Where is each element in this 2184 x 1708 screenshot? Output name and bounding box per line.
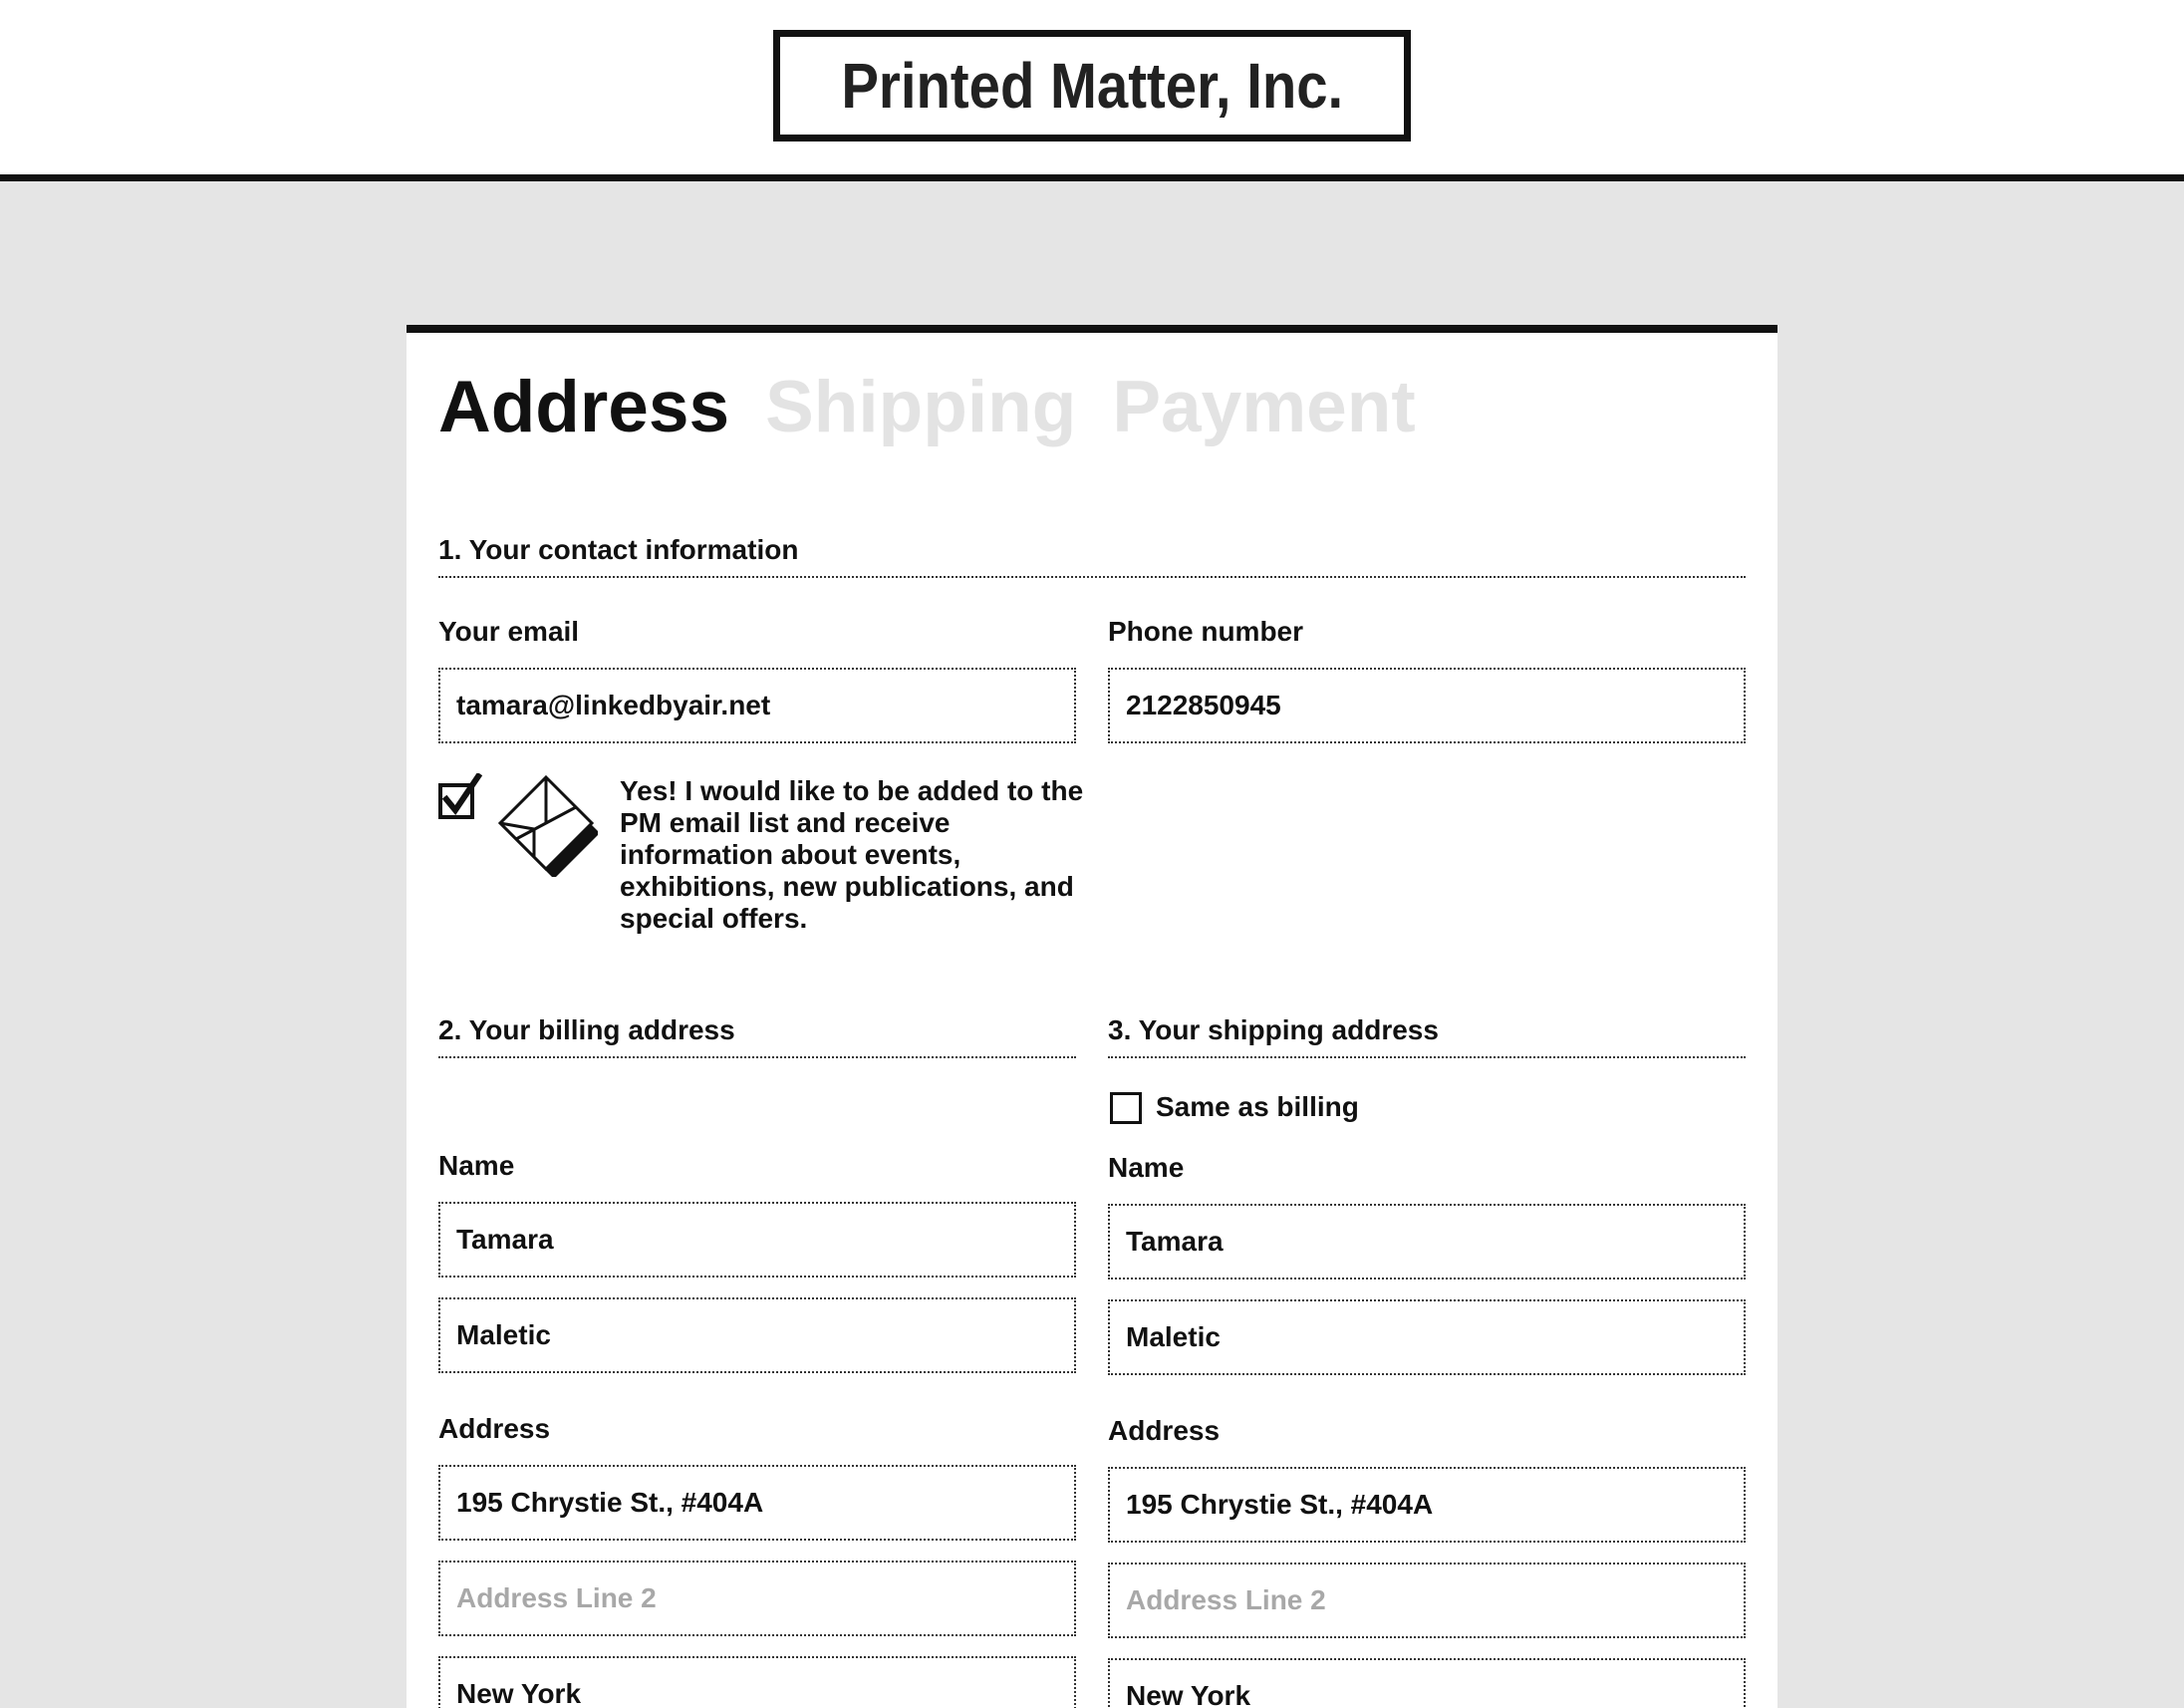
phone-label: Phone number (1108, 616, 1304, 647)
checkout-card: Address Shipping Payment 1. Your contact… (407, 325, 1777, 1708)
newsletter-checkbox[interactable] (438, 773, 484, 819)
billing-last-name-input[interactable] (438, 1297, 1076, 1373)
same-as-billing-label[interactable]: Same as billing (1156, 1090, 1359, 1124)
shipping-section-title: 3. Your shipping address (1108, 1014, 1746, 1058)
step-shipping[interactable]: Shipping (765, 371, 1076, 443)
contact-section-title: 1. Your contact information (438, 534, 1746, 578)
shipping-address-line1-input[interactable] (1108, 1467, 1746, 1543)
same-as-billing-checkbox[interactable] (1110, 1092, 1142, 1124)
shipping-address-label: Address (1108, 1415, 1221, 1446)
phone-input[interactable] (1108, 668, 1746, 743)
billing-first-name-input[interactable] (438, 1202, 1076, 1278)
billing-address-label: Address (438, 1413, 551, 1444)
billing-section-title: 2. Your billing address (438, 1014, 1076, 1058)
billing-name-label: Name (438, 1150, 515, 1181)
shipping-first-name-input[interactable] (1108, 1204, 1746, 1280)
billing-address-line1-input[interactable] (438, 1465, 1076, 1541)
step-payment[interactable]: Payment (1112, 371, 1415, 443)
shipping-city-input[interactable] (1108, 1658, 1746, 1708)
checkout-steps: Address Shipping Payment (438, 371, 1416, 443)
billing-city-input[interactable] (438, 1656, 1076, 1708)
shipping-name-label: Name (1108, 1152, 1185, 1183)
site-header: Printed Matter, Inc. (0, 0, 2184, 181)
envelope-icon (497, 774, 598, 877)
logo-text: Printed Matter, Inc. (841, 50, 1343, 122)
shipping-address-line2-input[interactable] (1108, 1563, 1746, 1638)
logo[interactable]: Printed Matter, Inc. (773, 30, 1411, 142)
newsletter-text: Yes! I would like to be added to the PM … (620, 775, 1084, 934)
email-input[interactable] (438, 668, 1076, 743)
shipping-last-name-input[interactable] (1108, 1299, 1746, 1375)
step-address[interactable]: Address (438, 371, 729, 443)
billing-address-line2-input[interactable] (438, 1561, 1076, 1636)
email-label: Your email (438, 616, 580, 647)
